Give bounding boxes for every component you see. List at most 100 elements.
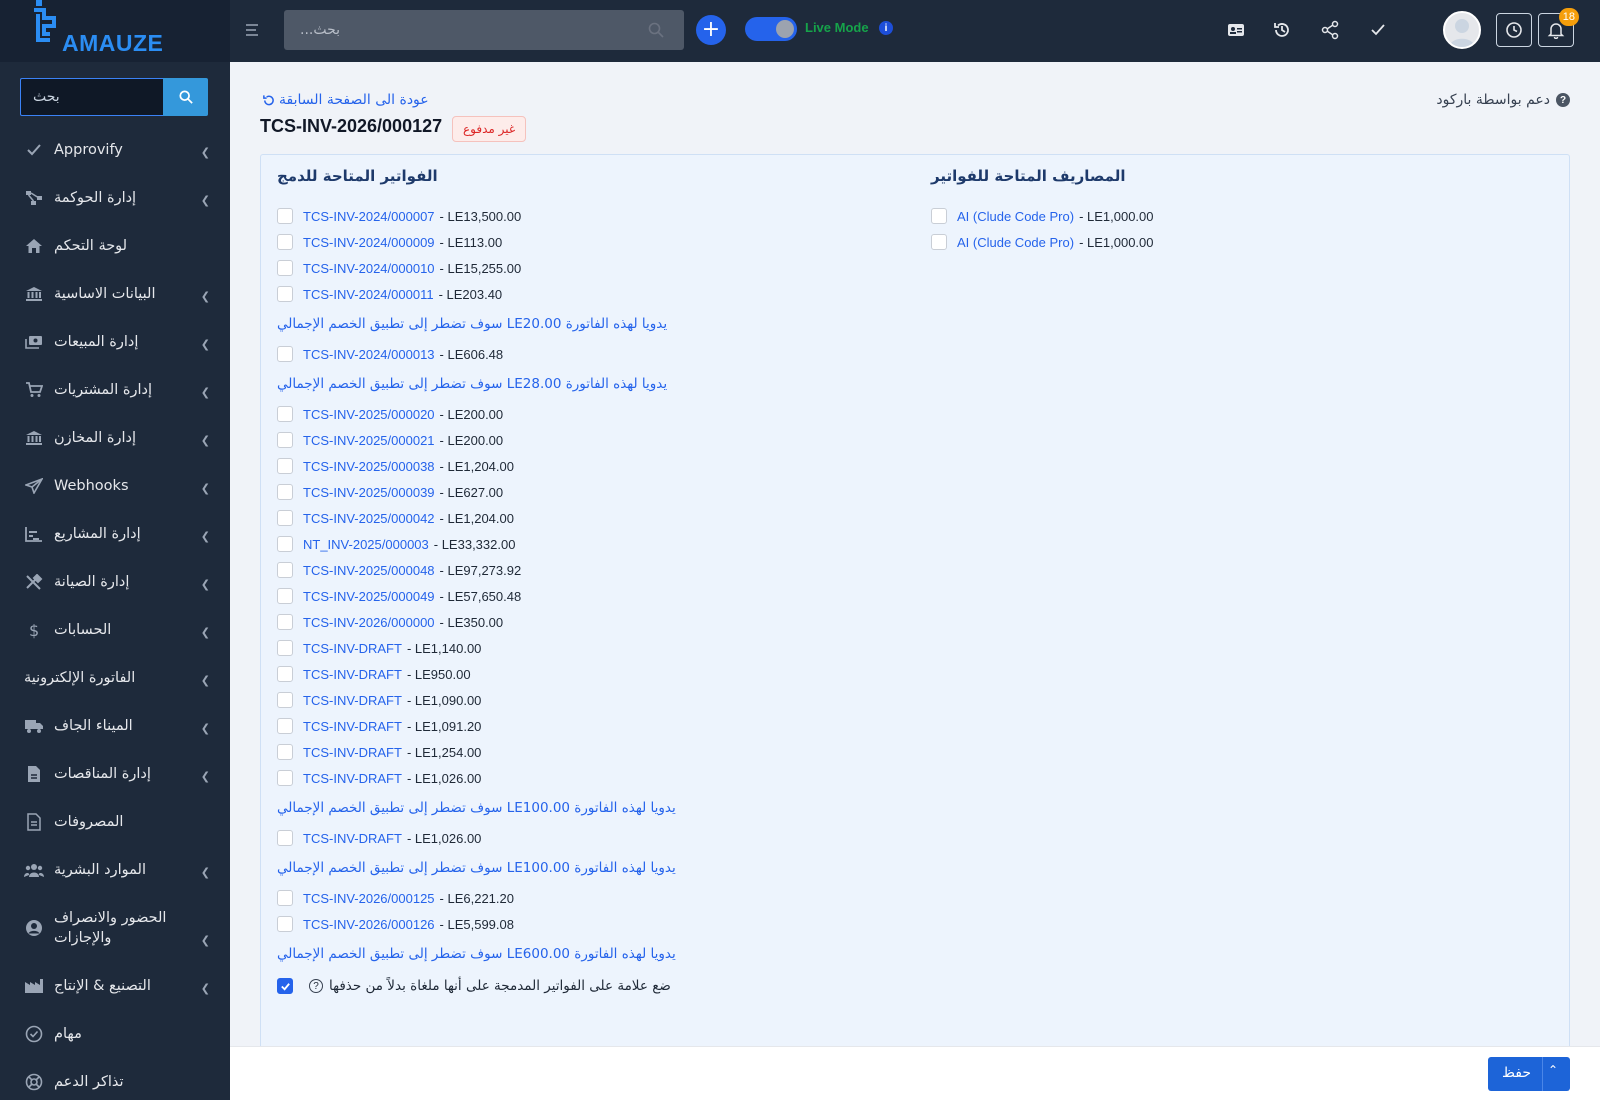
invoice-checkbox[interactable] — [277, 346, 293, 362]
back-link-label[interactable]: عودة الى الصفحة السابقة — [279, 92, 429, 108]
invoice-link[interactable]: TCS-INV-2024/000009 — [303, 235, 435, 250]
barcode-help[interactable]: ? دعم بواسطة باركود — [1436, 92, 1570, 108]
sidebar-item[interactable]: إدارة الحوكمة ❮ — [0, 174, 230, 222]
expense-checkbox[interactable] — [931, 208, 947, 224]
sidebar-item[interactable]: المصروفات — [0, 798, 230, 846]
clock-button[interactable] — [1496, 13, 1532, 47]
sidebar-search-button[interactable] — [163, 78, 208, 116]
expense-link[interactable]: AI (Clude Code Pro) — [957, 235, 1074, 250]
info-icon[interactable]: i — [879, 21, 893, 35]
avatar[interactable] — [1443, 11, 1481, 49]
invoice-link[interactable]: TCS-INV-2025/000042 — [303, 511, 435, 526]
sidebar-item[interactable]: إدارة المبيعات ❮ — [0, 318, 230, 366]
invoice-checkbox[interactable] — [277, 588, 293, 604]
invoice-link[interactable]: TCS-INV-DRAFT — [303, 771, 402, 786]
invoice-row: TCS-INV-2026/000126 - LE5,599.08 — [277, 911, 897, 937]
invoice-checkbox[interactable] — [277, 484, 293, 500]
sidebar-item[interactable]: إدارة المناقصات ❮ — [0, 750, 230, 798]
help-icon[interactable]: ? — [309, 979, 323, 993]
invoice-link[interactable]: TCS-INV-2024/000007 — [303, 209, 435, 224]
invoice-checkbox[interactable] — [277, 692, 293, 708]
save-button[interactable]: حفظ ⌃ — [1488, 1057, 1570, 1091]
menu-toggle-icon[interactable] — [244, 22, 260, 38]
invoice-link[interactable]: TCS-INV-DRAFT — [303, 831, 402, 846]
invoice-checkbox[interactable] — [277, 458, 293, 474]
invoice-amount: - LE13,500.00 — [439, 208, 522, 224]
add-new-button[interactable]: + — [696, 15, 726, 45]
invoice-link[interactable]: TCS-INV-2026/000000 — [303, 615, 435, 630]
invoice-link[interactable]: TCS-INV-2025/000038 — [303, 459, 435, 474]
sidebar-item[interactable]: البيانات الاساسية ❮ — [0, 270, 230, 318]
invoice-link[interactable]: TCS-INV-2025/000020 — [303, 407, 435, 422]
invoice-link[interactable]: TCS-INV-DRAFT — [303, 641, 402, 656]
invoice-checkbox[interactable] — [277, 770, 293, 786]
invoice-amount: - LE200.00 — [439, 432, 504, 448]
search-icon[interactable] — [648, 22, 664, 38]
invoice-link[interactable]: TCS-INV-2024/000010 — [303, 261, 435, 276]
back-link[interactable]: عودة الى الصفحة السابقة — [262, 92, 429, 108]
chevron-left-icon: ❮ — [200, 482, 210, 495]
invoice-link[interactable]: TCS-INV-DRAFT — [303, 667, 402, 682]
history-icon[interactable] — [1270, 18, 1294, 42]
mark-cancelled-checkbox[interactable] — [277, 978, 293, 994]
id-card-icon[interactable] — [1224, 18, 1248, 42]
invoice-link[interactable]: TCS-INV-2026/000125 — [303, 891, 435, 906]
invoice-checkbox[interactable] — [277, 916, 293, 932]
sidebar-item[interactable]: مهام — [0, 1010, 230, 1058]
sidebar-item[interactable]: الحضور والانصراف والإجازات ❮ — [0, 894, 230, 962]
sidebar-item[interactable]: إدارة الصيانة ❮ — [0, 558, 230, 606]
check-icon[interactable] — [1366, 18, 1390, 42]
invoice-checkbox[interactable] — [277, 640, 293, 656]
invoice-row: TCS-INV-DRAFT - LE1,140.00 — [277, 635, 897, 661]
invoice-checkbox[interactable] — [277, 234, 293, 250]
invoice-checkbox[interactable] — [277, 744, 293, 760]
sidebar-item[interactable]: الفاتورة الإلكترونية ❮ — [0, 654, 230, 702]
invoice-link[interactable]: TCS-INV-DRAFT — [303, 693, 402, 708]
sidebar-item[interactable]: إدارة المخازن ❮ — [0, 414, 230, 462]
invoice-checkbox[interactable] — [277, 432, 293, 448]
invoice-link[interactable]: TCS-INV-2025/000048 — [303, 563, 435, 578]
invoice-checkbox[interactable] — [277, 260, 293, 276]
sidebar-item[interactable]: Webhooks ❮ — [0, 462, 230, 510]
sidebar-item[interactable]: الميناء الجاف ❮ — [0, 702, 230, 750]
invoice-link[interactable]: TCS-INV-DRAFT — [303, 745, 402, 760]
invoice-link[interactable]: TCS-INV-2025/000021 — [303, 433, 435, 448]
invoice-checkbox[interactable] — [277, 614, 293, 630]
invoice-checkbox[interactable] — [277, 666, 293, 682]
expense-link[interactable]: AI (Clude Code Pro) — [957, 209, 1074, 224]
sidebar-item[interactable]: التصنيع & الإنتاج ❮ — [0, 962, 230, 1010]
expense-checkbox[interactable] — [931, 234, 947, 250]
save-button-label: حفظ — [1502, 1065, 1532, 1081]
bottom-bar: حفظ ⌃ — [230, 1046, 1600, 1100]
invoice-link[interactable]: TCS-INV-2024/000011 — [303, 287, 434, 302]
sidebar-item[interactable]: لوحة التحكم — [0, 222, 230, 270]
invoice-checkbox[interactable] — [277, 830, 293, 846]
invoice-link[interactable]: TCS-INV-2024/000013 — [303, 347, 435, 362]
invoice-checkbox[interactable] — [277, 406, 293, 422]
invoice-link[interactable]: TCS-INV-2025/000039 — [303, 485, 435, 500]
invoice-checkbox[interactable] — [277, 208, 293, 224]
notifications-button[interactable]: 18 — [1538, 8, 1579, 47]
sidebar-item[interactable]: $ الحسابات ❮ — [0, 606, 230, 654]
sidebar-item[interactable]: إدارة المشتريات ❮ — [0, 366, 230, 414]
chevron-up-icon[interactable]: ⌃ — [1548, 1063, 1558, 1077]
invoice-link[interactable]: TCS-INV-2025/000049 — [303, 589, 435, 604]
invoice-checkbox[interactable] — [277, 286, 293, 302]
live-mode-toggle[interactable] — [745, 17, 797, 41]
share-icon[interactable] — [1318, 18, 1342, 42]
invoice-checkbox[interactable] — [277, 718, 293, 734]
invoice-checkbox[interactable] — [277, 536, 293, 552]
invoice-checkbox[interactable] — [277, 890, 293, 906]
invoice-link[interactable]: TCS-INV-DRAFT — [303, 719, 402, 734]
invoice-checkbox[interactable] — [277, 510, 293, 526]
sidebar-item[interactable]: الموارد البشرية ❮ — [0, 846, 230, 894]
sidebar-search-input[interactable] — [20, 78, 163, 116]
sidebar-item[interactable]: تذاكر الدعم — [0, 1058, 230, 1100]
logo[interactable]: AMAUZE — [0, 0, 230, 62]
sidebar-item[interactable]: إدارة المشاريع ❮ — [0, 510, 230, 558]
invoice-link[interactable]: TCS-INV-2026/000126 — [303, 917, 435, 932]
invoice-link[interactable]: NT_INV-2025/000003 — [303, 537, 429, 552]
invoice-checkbox[interactable] — [277, 562, 293, 578]
top-search-input[interactable] — [284, 10, 684, 50]
sidebar-item[interactable]: Approvify ❮ — [0, 126, 230, 174]
